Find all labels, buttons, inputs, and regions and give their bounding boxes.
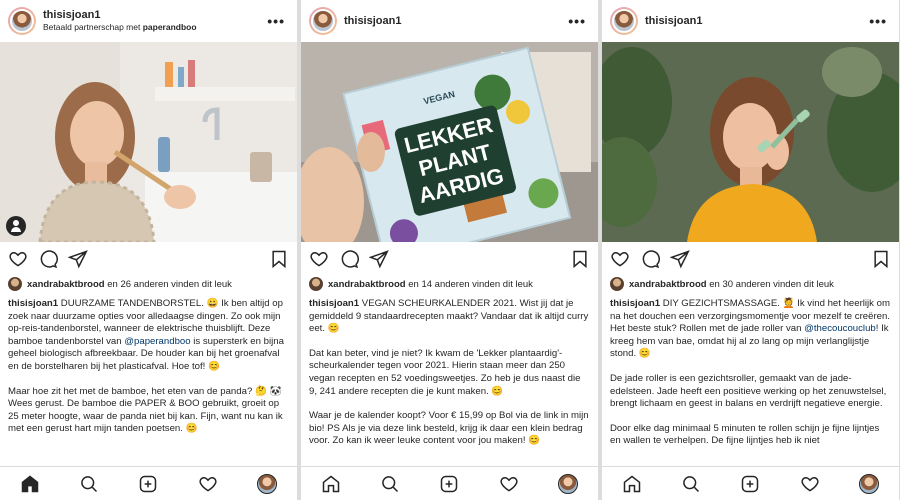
liker-avatar [309, 277, 323, 291]
comment-icon[interactable] [640, 249, 660, 269]
likes-text[interactable]: en 26 anderen vinden dit leuk [107, 279, 232, 290]
post-header: thisisjoan1 ••• [301, 0, 598, 42]
post-actions [602, 242, 899, 276]
profile-avatar[interactable] [610, 7, 638, 35]
home-icon[interactable] [321, 474, 341, 494]
comment-icon[interactable] [339, 249, 359, 269]
post-header: thisisjoan1 ••• [602, 0, 899, 42]
post-caption: thisisjoan1 DUURZAME TANDENBORSTEL. 😀 Ik… [0, 292, 297, 436]
post-caption: thisisjoan1 VEGAN SCHEURKALENDER 2021. W… [301, 292, 598, 448]
tagged-user-icon[interactable] [6, 216, 26, 236]
caption-username[interactable]: thisisjoan1 [8, 298, 58, 309]
likes-text[interactable]: en 14 anderen vinden dit leuk [408, 279, 533, 290]
heart-icon[interactable] [309, 249, 329, 269]
post-panel-3: thisisjoan1 ••• xandrabaktbrood en 30 an… [602, 0, 899, 500]
post-photo[interactable] [0, 42, 297, 242]
post-photo[interactable] [602, 42, 899, 242]
more-options-icon[interactable]: ••• [865, 13, 891, 29]
more-options-icon[interactable]: ••• [564, 13, 590, 29]
likes-row: xandrabaktbrood en 14 anderen vinden dit… [301, 276, 598, 292]
post-caption: thisisjoan1 DIY GEZICHTSMASSAGE. 💆 Ik vi… [602, 292, 899, 448]
bottom-nav [602, 466, 899, 500]
bathroom-scene-image [0, 42, 297, 242]
plus-square-icon[interactable] [740, 474, 760, 494]
liker-username[interactable]: xandrabaktbrood [629, 279, 707, 290]
username[interactable]: thisisjoan1 [645, 15, 702, 28]
liker-username[interactable]: xandrabaktbrood [27, 279, 105, 290]
profile-avatar[interactable] [8, 7, 36, 35]
partner-link[interactable]: paperandboo [143, 22, 197, 32]
bookmark-icon[interactable] [570, 249, 590, 269]
caption-paragraph: Dat kan beter, vind je niet? Ik kwam de … [309, 347, 581, 397]
liker-avatar [610, 277, 624, 291]
plus-square-icon[interactable] [138, 474, 158, 494]
activity-heart-icon[interactable] [499, 474, 519, 494]
caption-paragraph: Door elke dag minimaal 5 minuten te roll… [610, 422, 880, 447]
profile-nav-avatar[interactable] [558, 473, 579, 494]
home-icon[interactable] [20, 474, 40, 494]
heart-icon[interactable] [8, 249, 28, 269]
home-icon[interactable] [622, 474, 642, 494]
likes-text[interactable]: en 30 anderen vinden dit leuk [709, 279, 834, 290]
caption-paragraph: De jade roller is een gezichtsroller, ge… [610, 372, 887, 410]
post-panel-1: thisisjoan1 Betaald partnerschap met pap… [0, 0, 297, 500]
likes-row: xandrabaktbrood en 30 anderen vinden dit… [602, 276, 899, 292]
profile-avatar[interactable] [309, 7, 337, 35]
liker-avatar [8, 277, 22, 291]
share-icon[interactable] [369, 249, 389, 269]
activity-heart-icon[interactable] [198, 474, 218, 494]
post-panel-2: thisisjoan1 ••• VEGAN LEKKER PLANT AARDI… [301, 0, 598, 500]
share-icon[interactable] [68, 249, 88, 269]
caption-paragraph: Waar je de kalender koopt? Voor € 15,99 … [309, 410, 589, 447]
share-icon[interactable] [670, 249, 690, 269]
bottom-nav [0, 466, 297, 500]
bookmark-icon[interactable] [269, 249, 289, 269]
liker-username[interactable]: xandrabaktbrood [328, 279, 406, 290]
plus-square-icon[interactable] [439, 474, 459, 494]
likes-row: xandrabaktbrood en 26 anderen vinden dit… [0, 276, 297, 292]
bottom-nav [301, 466, 598, 500]
post-header: thisisjoan1 Betaald partnerschap met pap… [0, 0, 297, 42]
comment-icon[interactable] [38, 249, 58, 269]
bookmark-icon[interactable] [871, 249, 891, 269]
activity-heart-icon[interactable] [800, 474, 820, 494]
more-options-icon[interactable]: ••• [263, 13, 289, 29]
post-actions [0, 242, 297, 276]
paid-partnership-label: Betaald partnerschap met paperandboo [43, 22, 197, 33]
instagram-post-collage: thisisjoan1 Betaald partnerschap met pap… [0, 0, 900, 500]
profile-nav-avatar[interactable] [859, 473, 880, 494]
username[interactable]: thisisjoan1 [344, 15, 401, 28]
post-actions [301, 242, 598, 276]
search-icon[interactable] [79, 474, 99, 494]
calendar-book-image: VEGAN LEKKER PLANT AARDIG [301, 42, 598, 242]
post-photo[interactable]: VEGAN LEKKER PLANT AARDIG [301, 42, 598, 242]
search-icon[interactable] [681, 474, 701, 494]
heart-icon[interactable] [610, 249, 630, 269]
caption-paragraph: Maar hoe zit het met de bamboe, het eten… [8, 385, 283, 435]
caption-username[interactable]: thisisjoan1 [610, 298, 660, 309]
username[interactable]: thisisjoan1 [43, 9, 197, 22]
caption-username[interactable]: thisisjoan1 [309, 298, 359, 309]
partnership-prefix: Betaald partnerschap met [43, 22, 141, 32]
caption-mention-link[interactable]: @thecoucouclub [804, 323, 876, 334]
jade-roller-scene-image [602, 42, 899, 242]
search-icon[interactable] [380, 474, 400, 494]
caption-mention-link[interactable]: @paperandboo [124, 336, 190, 347]
profile-nav-avatar[interactable] [257, 473, 278, 494]
